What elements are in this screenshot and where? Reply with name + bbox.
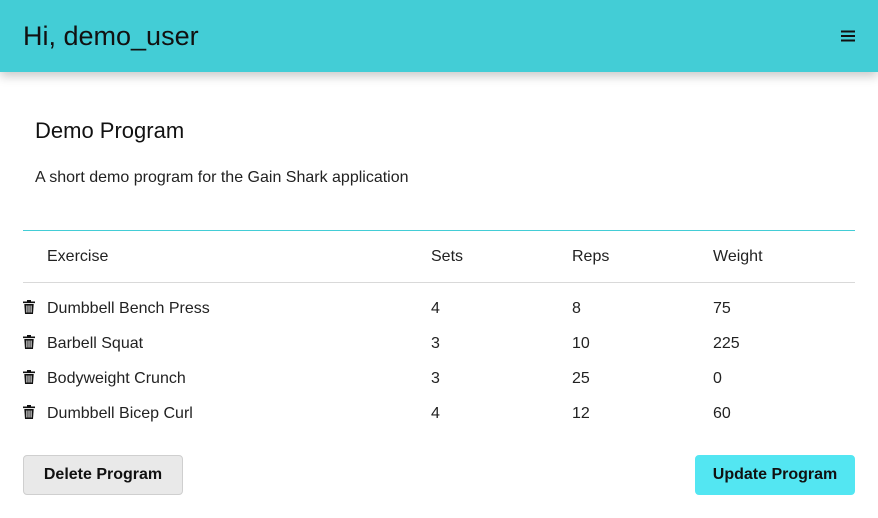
cell-sets[interactable]: 4 xyxy=(431,396,572,431)
program-description[interactable]: A short demo program for the Gain Shark … xyxy=(35,168,409,188)
app-header: Hi, demo_user xyxy=(0,0,878,72)
program-editor: Demo Program A short demo program for th… xyxy=(0,72,878,518)
column-header-reps: Reps xyxy=(572,231,713,283)
trash-icon[interactable] xyxy=(23,334,37,350)
cell-exercise[interactable]: Dumbbell Bench Press xyxy=(47,283,431,327)
cell-weight[interactable]: 75 xyxy=(713,283,855,327)
cell-exercise[interactable]: Dumbbell Bicep Curl xyxy=(47,396,431,431)
greeting-title: Hi, demo_user xyxy=(23,21,199,51)
exercise-table-container: Exercise Sets Reps Weight Dumbbell Bench… xyxy=(23,230,855,431)
column-header-exercise: Exercise xyxy=(47,231,431,283)
update-program-button[interactable]: Update Program xyxy=(695,455,855,495)
cell-exercise[interactable]: Barbell Squat xyxy=(47,326,431,361)
cell-reps[interactable]: 8 xyxy=(572,283,713,327)
cell-reps[interactable]: 10 xyxy=(572,326,713,361)
column-header-weight: Weight xyxy=(713,231,855,283)
table-row: Dumbbell Bench Press 4 8 75 xyxy=(23,283,855,327)
trash-icon[interactable] xyxy=(23,369,37,385)
cell-weight[interactable]: 60 xyxy=(713,396,855,431)
delete-program-button[interactable]: Delete Program xyxy=(23,455,183,495)
cell-weight[interactable]: 225 xyxy=(713,326,855,361)
table-row: Dumbbell Bicep Curl 4 12 60 xyxy=(23,396,855,431)
program-title[interactable]: Demo Program xyxy=(35,117,184,145)
table-row: Barbell Squat 3 10 225 xyxy=(23,326,855,361)
cell-reps[interactable]: 12 xyxy=(572,396,713,431)
cell-sets[interactable]: 4 xyxy=(431,283,572,327)
table-row: Bodyweight Crunch 3 25 0 xyxy=(23,361,855,396)
trash-icon[interactable] xyxy=(23,299,37,315)
table-header-row: Exercise Sets Reps Weight xyxy=(23,231,855,283)
cell-exercise[interactable]: Bodyweight Crunch xyxy=(47,361,431,396)
cell-reps[interactable]: 25 xyxy=(572,361,713,396)
exercise-table: Exercise Sets Reps Weight Dumbbell Bench… xyxy=(23,231,855,431)
cell-sets[interactable]: 3 xyxy=(431,361,572,396)
trash-icon[interactable] xyxy=(23,404,37,420)
column-header-sets: Sets xyxy=(431,231,572,283)
header-spacer xyxy=(23,231,47,283)
hamburger-menu-icon xyxy=(841,30,855,42)
cell-sets[interactable]: 3 xyxy=(431,326,572,361)
cell-weight[interactable]: 0 xyxy=(713,361,855,396)
menu-button[interactable] xyxy=(838,26,858,46)
